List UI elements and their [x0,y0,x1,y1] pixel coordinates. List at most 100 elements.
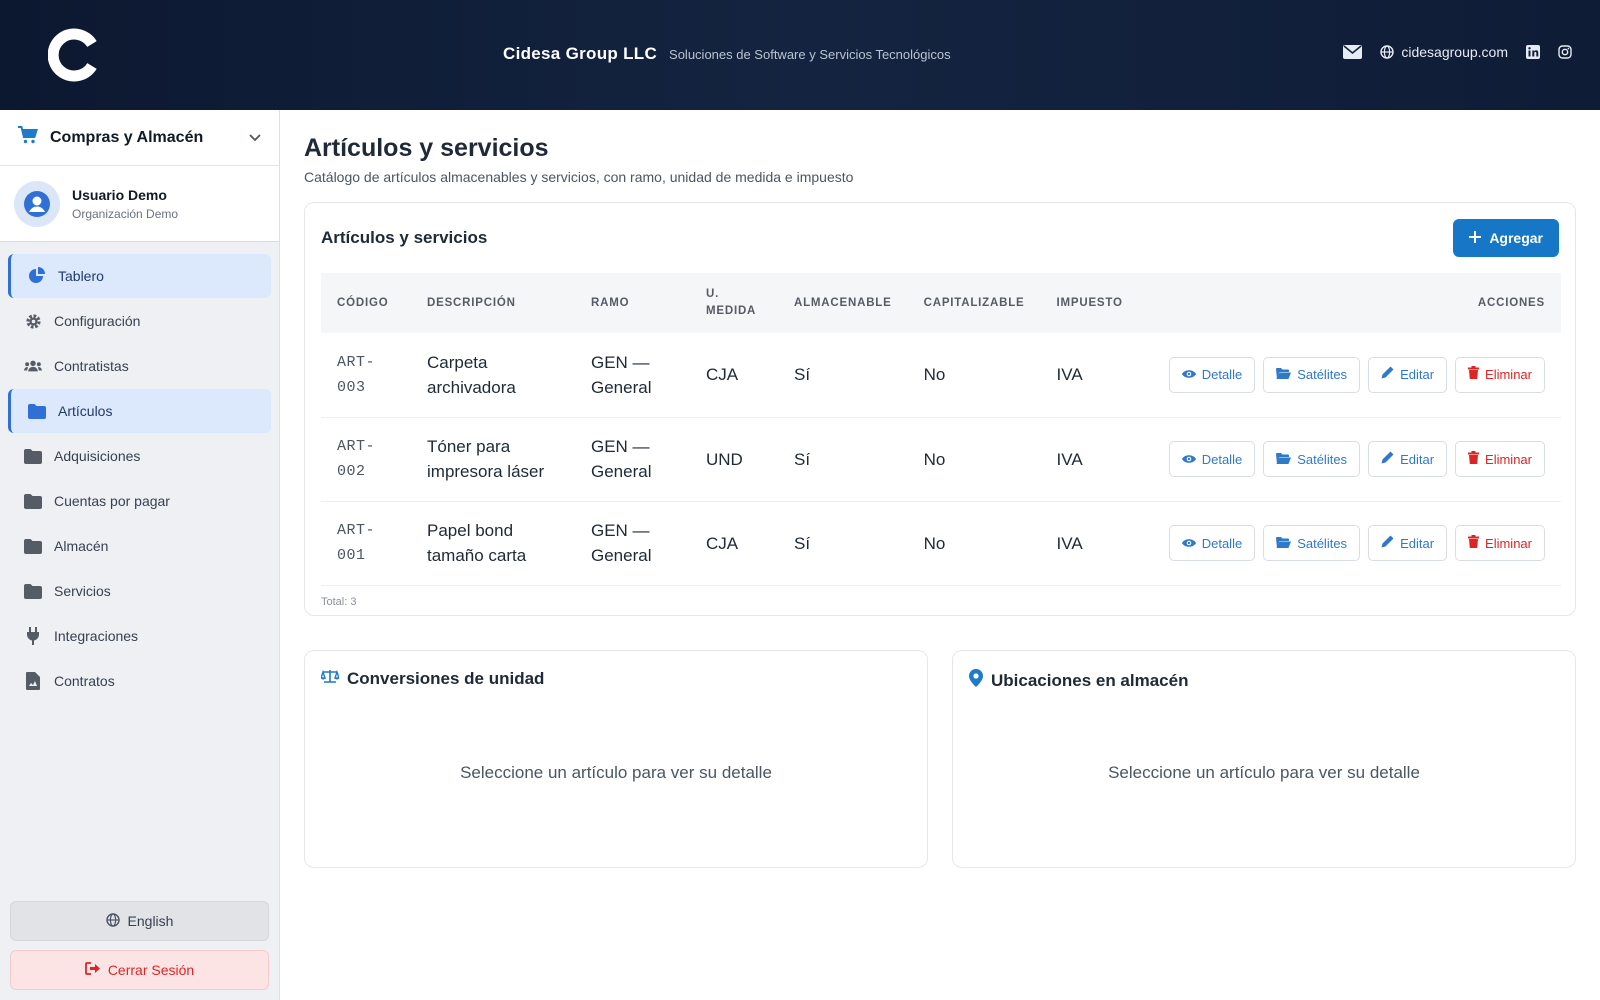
satellites-button-label: Satélites [1297,367,1348,383]
sidebar-item-adquisiciones[interactable]: Adquisiciones [8,434,271,478]
eye-icon [1181,362,1196,387]
detail-button-label: Detalle [1201,535,1243,551]
logout-button[interactable]: Cerrar Sesión [10,950,269,990]
cell-capitalizable: No [923,365,946,385]
table-row[interactable]: ART- 002 Tóner para impresora láser GEN —… [321,417,1561,501]
mail-icon[interactable] [1343,45,1363,59]
code-line-1: ART- [337,438,376,455]
items-card: Artículos y servicios Agregar CÓDIGO DES… [304,202,1576,616]
cell-unit: CJA [706,365,739,385]
cell-unit: CJA [706,533,739,553]
company-logo[interactable] [47,28,102,82]
sidebar-item-cuentas-por-pagar[interactable]: Cuentas por pagar [8,479,271,523]
avatar [14,180,60,227]
sidebar-item-articulos[interactable]: Artículos [8,389,271,433]
sidebar-item-contratistas[interactable]: Contratistas [8,344,271,388]
col-header-description[interactable]: DESCRIPCIÓN [411,273,575,333]
chart-pie-icon [28,267,46,285]
page-title: Artículos y servicios [304,134,549,162]
col-header-tax[interactable]: IMPUESTO [1041,273,1139,333]
sidebar-item-label: Tablero [58,268,104,284]
trash-icon [1468,531,1480,556]
trash-icon [1468,447,1480,472]
brand-name: Cidesa Group LLC [503,44,658,63]
edit-button[interactable]: Editar [1368,525,1448,561]
cell-code: ART- 003 [321,333,411,417]
sidebar-item-integraciones[interactable]: Integraciones [8,614,271,658]
document-icon [24,672,42,690]
satellites-button[interactable]: Satélites [1263,525,1361,561]
cell-ramo: GEN — General [591,521,652,565]
satellites-button[interactable]: Satélites [1263,356,1361,393]
sidebar-item-servicios[interactable]: Servicios [8,569,271,613]
linkedin-icon[interactable] [1526,45,1540,59]
panel-header: Ubicaciones en almacén [953,651,1575,710]
cell-storable: Sí [794,449,811,469]
col-header-unit[interactable]: U. MEDIDA [690,273,778,333]
globe-icon [105,912,120,930]
edit-button[interactable]: Editar [1368,441,1448,477]
detail-button[interactable]: Detalle [1168,356,1256,393]
user-org: Organización Demo [72,206,179,221]
code-line-1: ART- [337,353,376,371]
conversions-panel: Conversiones de unidad Seleccione un art… [304,650,928,868]
folder-open-icon [1276,531,1292,556]
module-selector[interactable]: Compras y Almacén [0,110,279,166]
main-content: Artículos y servicios Catálogo de artícu… [280,110,1600,1000]
sidebar-item-label: Contratistas [54,358,129,374]
plus-icon [1469,230,1482,246]
language-button[interactable]: English [10,901,269,941]
instagram-icon[interactable] [1558,45,1572,59]
trash-icon [1468,362,1480,387]
col-header-capitalizable[interactable]: CAPITALIZABLE [908,273,1041,333]
cell-description: Tóner para impresora láser [427,437,545,481]
cell-capitalizable: No [923,449,946,469]
col-header-actions: ACCIONES [1477,297,1545,309]
eye-icon [1181,447,1196,472]
cell-storable: Sí [794,533,811,553]
detail-button[interactable]: Detalle [1168,441,1256,477]
add-button[interactable]: Agregar [1453,219,1559,257]
folder-icon [24,493,42,509]
folder-open-icon [1276,362,1292,387]
detail-button-label: Detalle [1201,451,1243,467]
language-label: English [127,913,174,929]
users-icon [24,359,42,373]
table-row[interactable]: ART- 003 Carpeta archivadora GEN — Genera… [321,333,1561,417]
module-label: Compras y Almacén [50,128,204,146]
add-button-label: Agregar [1489,230,1543,246]
col-header-code[interactable]: CÓDIGO [321,273,411,333]
cell-ramo: GEN — General [591,352,652,397]
detail-button[interactable]: Detalle [1168,525,1256,561]
cell-unit: UND [706,449,743,469]
edit-button-label: Editar [1400,535,1435,551]
edit-button-label: Editar [1400,451,1435,467]
sidebar-item-label: Servicios [54,583,111,599]
satellites-button-label: Satélites [1297,451,1348,467]
panel-empty-message: Seleccione un artículo para ver su detal… [460,763,772,782]
panel-header: Conversiones de unidad [305,651,927,707]
delete-button[interactable]: Eliminar [1455,441,1545,477]
sidebar-item-configuracion[interactable]: Configuración [8,299,271,343]
chevron-down-icon [249,129,261,147]
sidebar-item-label: Artículos [58,403,113,419]
delete-button[interactable]: Eliminar [1455,525,1545,561]
cell-ramo: GEN — General [591,437,652,481]
delete-button[interactable]: Eliminar [1455,356,1545,393]
table-row[interactable]: ART- 001 Papel bond tamaño carta GEN — Ge… [321,501,1561,585]
website-link[interactable]: cidesagroup.com [1380,44,1508,60]
card-title: Artículos y servicios [321,228,488,247]
top-header: Cidesa Group LLC Soluciones de Software … [0,0,1600,110]
sidebar-item-almacen[interactable]: Almacén [8,524,271,568]
sidebar-item-tablero[interactable]: Tablero [8,254,271,298]
col-header-ramo[interactable]: RAMO [575,273,690,333]
col-header-storable[interactable]: ALMACENABLE [778,273,908,333]
user-profile[interactable]: Usuario Demo Organización Demo [0,166,279,242]
cell-capitalizable: No [923,533,946,553]
satellites-button[interactable]: Satélites [1263,441,1361,477]
edit-button[interactable]: Editar [1368,356,1448,393]
delete-button-label: Eliminar [1485,535,1532,551]
folder-icon [24,448,42,464]
sidebar-item-contratos[interactable]: Contratos [8,659,271,703]
brand-tagline: Soluciones de Software y Servicios Tecno… [669,47,951,62]
